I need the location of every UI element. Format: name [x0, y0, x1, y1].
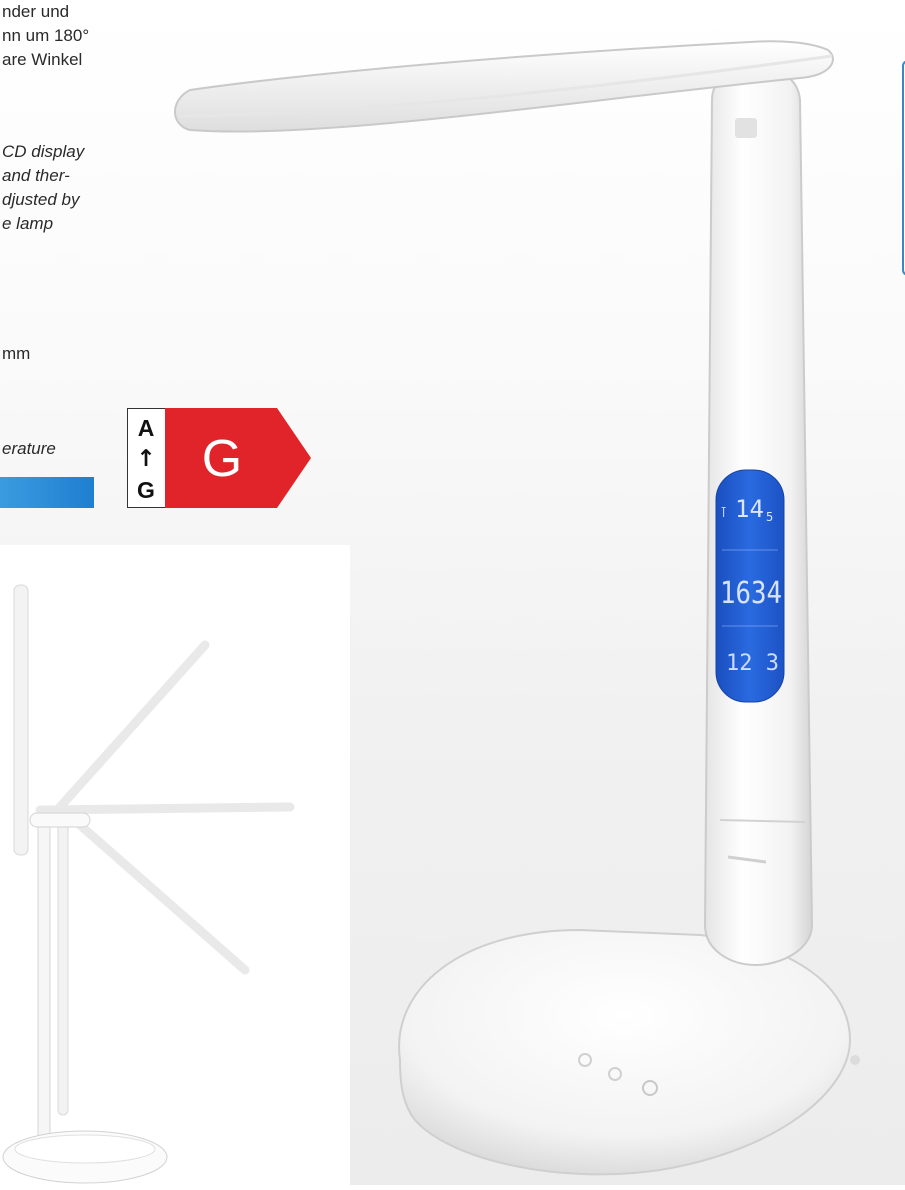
lcd-thermometer-icon: ⊺	[720, 505, 727, 521]
energy-scale-bottom: G	[137, 477, 155, 503]
lcd-temperature: 14	[735, 495, 764, 523]
lcd-time: 1634	[720, 576, 782, 611]
color-temperature-bar	[0, 477, 94, 508]
dimension-unit: mm	[2, 344, 31, 363]
german-line-2: nn um 180°	[2, 26, 90, 45]
german-line-3: are Winkel	[2, 50, 83, 69]
english-line-3: djusted by	[2, 190, 80, 209]
english-line-1: CD display	[2, 142, 85, 161]
desk-lamp-photo: ⊺ 14 5 1634 12 3	[160, 30, 860, 1190]
energy-scale-arrow: ↑	[136, 446, 155, 472]
temperature-label: erature	[2, 439, 56, 458]
lcd-date: 12 3	[726, 651, 779, 676]
english-line-2: and ther-	[2, 166, 70, 185]
german-line-1: nder und	[2, 2, 70, 21]
energy-scale-top: A	[138, 415, 155, 441]
english-line-4: e lamp	[2, 214, 54, 233]
desk-lamp-graphic: ⊺ 14 5 1634 12 3	[174, 40, 860, 1176]
lcd-temperature-decimal: 5	[766, 510, 773, 524]
